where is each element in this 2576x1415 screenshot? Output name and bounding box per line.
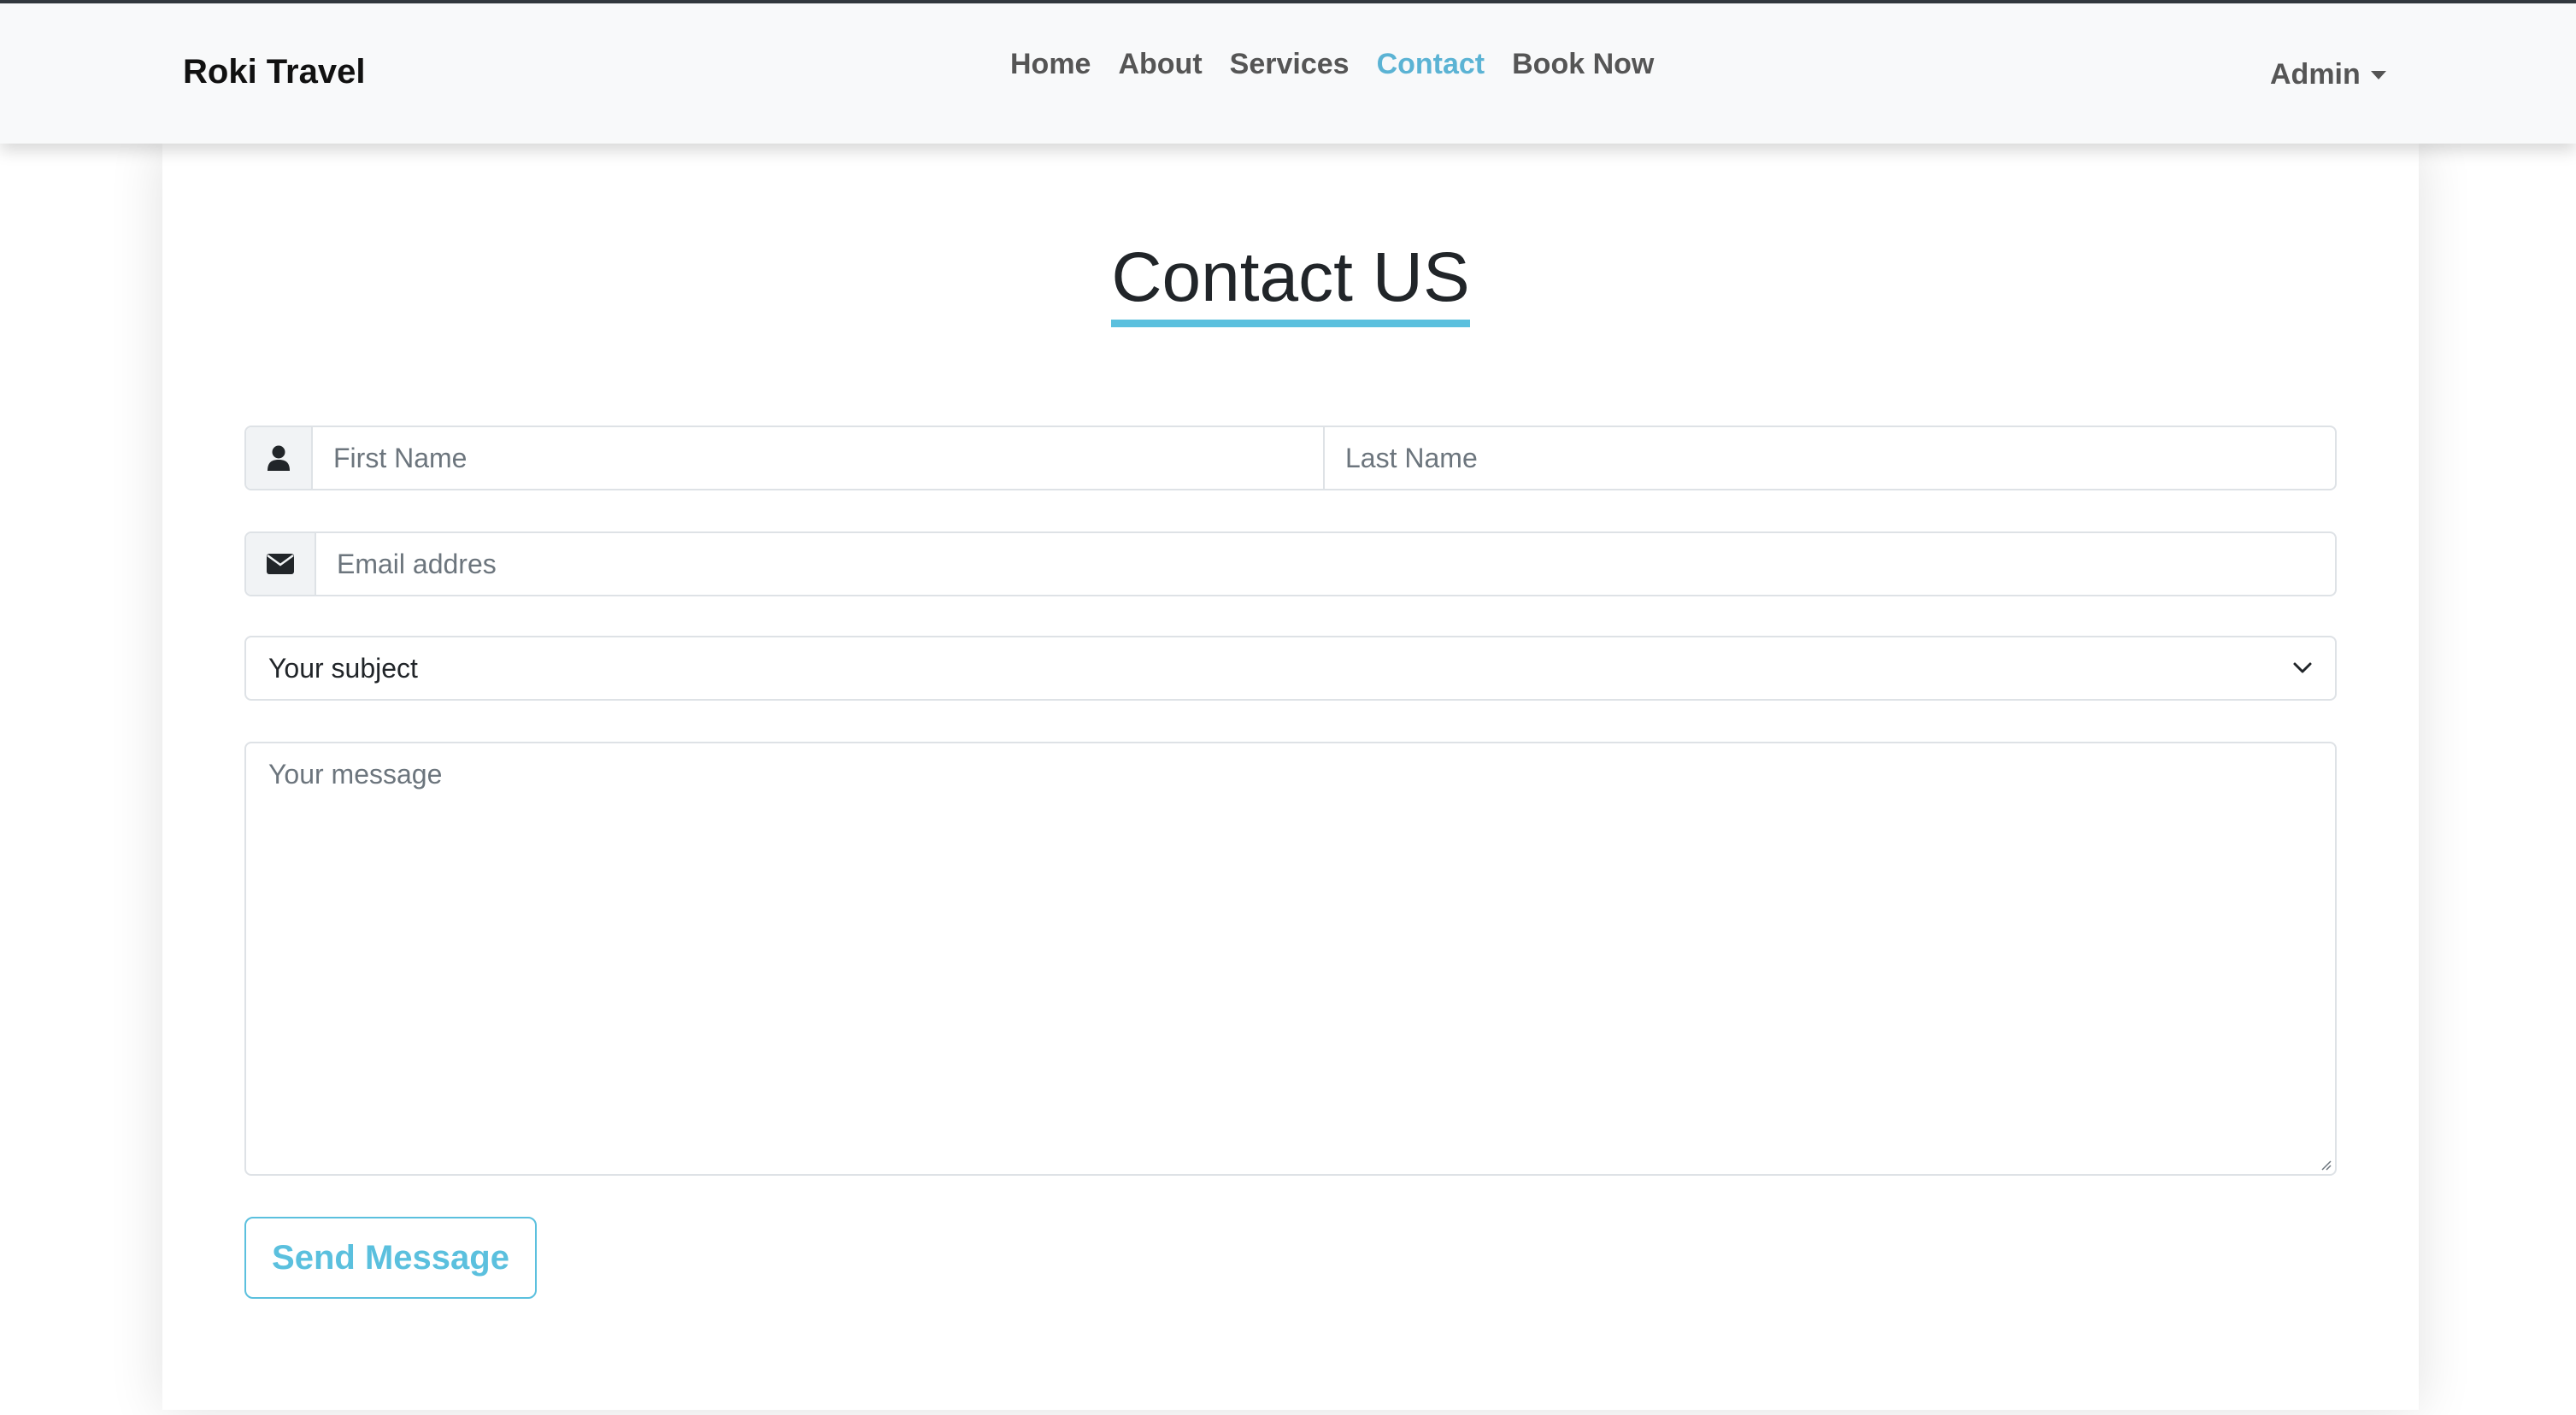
email-addon — [246, 533, 316, 595]
email-input[interactable]: Email addres — [316, 533, 2335, 595]
name-input-group: First Name Last Name — [244, 426, 2337, 490]
nav-link-services[interactable]: Services — [1216, 48, 1363, 81]
page-title: Contact US — [1111, 238, 1470, 328]
brand-logo[interactable]: Roki Travel — [183, 53, 365, 91]
chevron-down-icon — [2293, 662, 2312, 673]
envelope-icon — [267, 554, 294, 574]
caret-down-icon — [2370, 70, 2386, 79]
admin-label: Admin — [2270, 58, 2361, 91]
nav-link-about[interactable]: About — [1104, 48, 1215, 81]
navbar: Roki Travel Home About Services Contact … — [0, 3, 2576, 144]
message-textarea[interactable]: Your message — [244, 742, 2337, 1176]
first-name-input[interactable]: First Name — [313, 427, 1323, 489]
user-icon — [268, 445, 290, 471]
last-name-input[interactable]: Last Name — [1323, 427, 2335, 489]
subject-selected-value: Your subject — [268, 652, 418, 684]
contact-card: Contact US First Name Last Name Email ad… — [162, 144, 2419, 1410]
name-addon — [246, 427, 313, 489]
email-input-group: Email addres — [244, 531, 2337, 596]
resize-handle-icon[interactable] — [2318, 1157, 2332, 1171]
subject-select[interactable]: Your subject — [244, 636, 2337, 701]
nav-link-home[interactable]: Home — [1010, 48, 1104, 81]
nav-links: Home About Services Contact Book Now — [1010, 48, 1667, 81]
message-placeholder: Your message — [268, 759, 443, 790]
nav-link-contact[interactable]: Contact — [1363, 48, 1499, 81]
nav-link-book-now[interactable]: Book Now — [1498, 48, 1667, 81]
admin-dropdown[interactable]: Admin — [2270, 58, 2386, 91]
send-message-button[interactable]: Send Message — [244, 1217, 537, 1299]
